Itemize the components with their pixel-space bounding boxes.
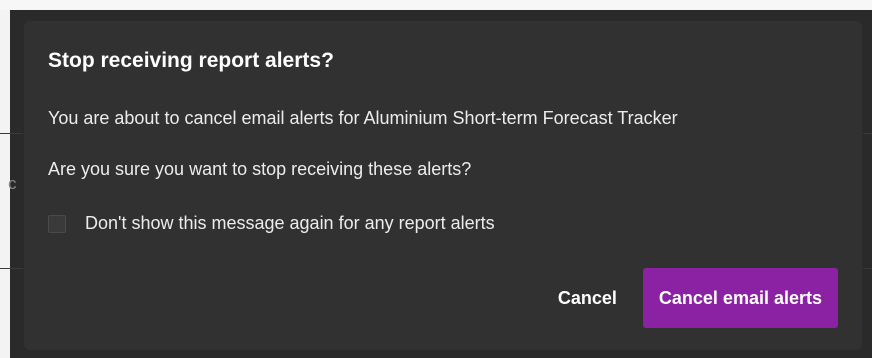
stop-alerts-dialog: Stop receiving report alerts? You are ab… bbox=[24, 21, 862, 350]
dont-show-again-label: Don't show this message again for any re… bbox=[85, 213, 495, 233]
dont-show-again-checkbox[interactable] bbox=[48, 214, 66, 233]
dialog-title: Stop receiving report alerts? bbox=[48, 49, 334, 72]
dont-show-again-option[interactable]: Don't show this message again for any re… bbox=[48, 213, 495, 234]
cancel-email-alerts-button[interactable]: Cancel email alerts bbox=[642, 268, 838, 328]
dialog-message: You are about to cancel email alerts for… bbox=[48, 108, 678, 128]
cancel-button[interactable]: Cancel bbox=[540, 268, 635, 328]
dialog-question: Are you sure you want to stop receiving … bbox=[48, 159, 472, 179]
backdrop-header-strip bbox=[0, 0, 872, 10]
dialog-actions: Cancel Cancel email alerts bbox=[540, 268, 838, 328]
backdrop-partial-text: c bbox=[8, 174, 17, 193]
